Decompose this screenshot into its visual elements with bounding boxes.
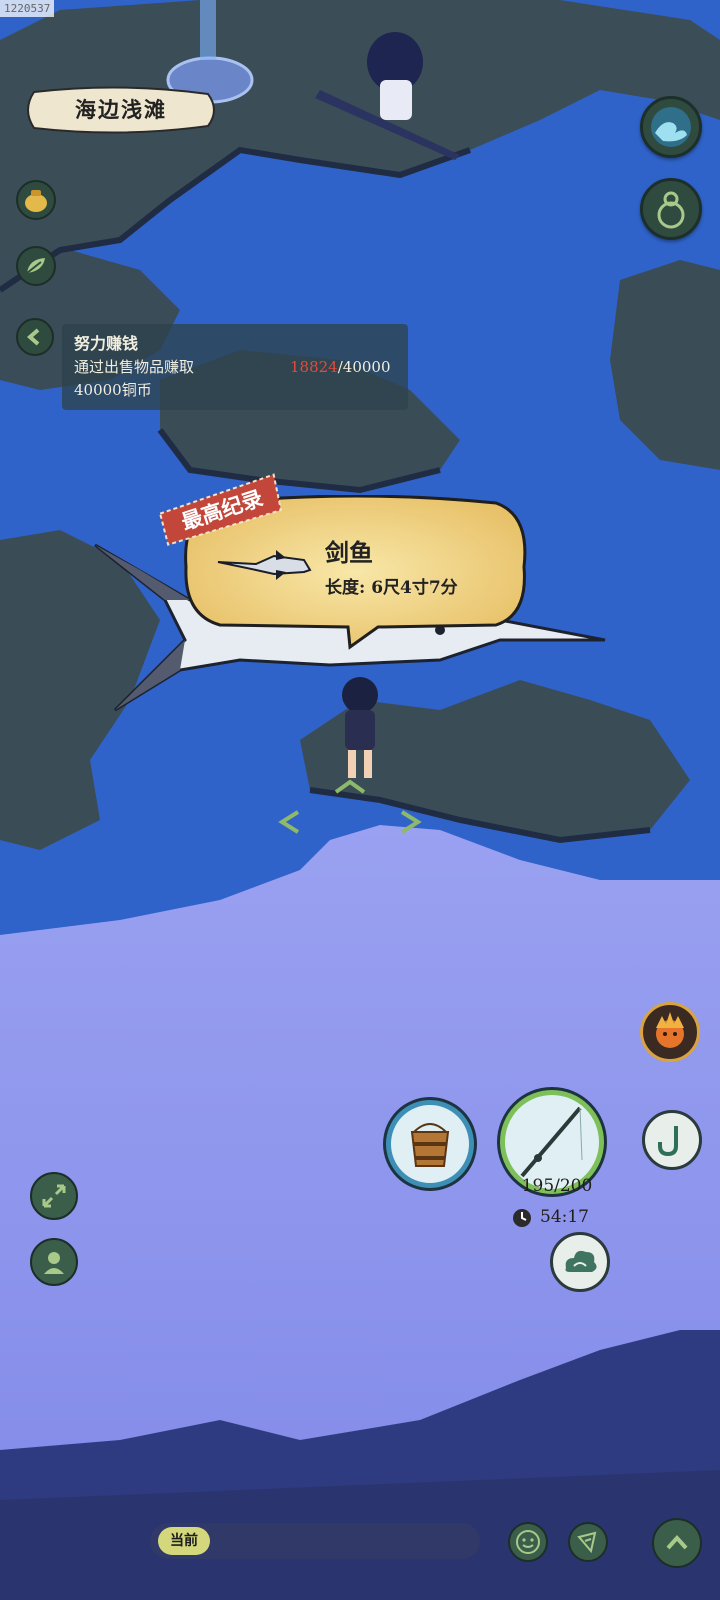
quest-collapse-button[interactable] — [16, 318, 54, 356]
fish-bucket-button[interactable] — [386, 1100, 474, 1188]
voice-icon — [577, 1531, 597, 1554]
map-background — [0, 0, 720, 1600]
fish-name: 剑鱼 — [325, 538, 373, 567]
location-plate: 海边浅滩 — [26, 86, 216, 134]
wave-skill-icon — [651, 107, 691, 147]
collapse-arrow-icon — [26, 328, 40, 346]
timer-value: 54:17 — [540, 1207, 589, 1227]
character-button[interactable] — [30, 1238, 78, 1286]
fishing-rod-icon — [520, 1106, 583, 1178]
gourd-icon — [657, 191, 685, 229]
emoji-button[interactable] — [508, 1522, 548, 1562]
clock-icon — [513, 1209, 531, 1227]
hook-button[interactable] — [642, 1110, 702, 1170]
emoji-icon — [516, 1530, 540, 1554]
quest-progress-current: 18824 — [290, 358, 338, 376]
build-id: 1220537 — [0, 0, 55, 17]
expand-button[interactable] — [30, 1172, 78, 1220]
gourd-button[interactable] — [640, 178, 702, 240]
quest-panel[interactable]: 努力赚钱 通过出售物品赚取 18824/40000 40000铜币 — [62, 324, 408, 410]
fish-bucket-icon — [410, 1123, 450, 1167]
chat-channel[interactable]: 当前 — [158, 1527, 210, 1555]
quest-progress-target: /40000 — [337, 358, 391, 376]
leaf-button[interactable] — [16, 246, 56, 286]
quest-progress: 18824/40000 — [290, 358, 391, 376]
voice-button[interactable] — [568, 1522, 608, 1562]
up-arrow-icon — [666, 1535, 688, 1550]
quest-description: 通过出售物品赚取 — [74, 358, 195, 376]
up-button[interactable] — [652, 1518, 702, 1568]
fire-spirit-icon — [656, 1012, 684, 1048]
expand-icon — [42, 1184, 66, 1208]
cloud-skill-button[interactable] — [550, 1232, 610, 1292]
hook-icon — [658, 1126, 678, 1157]
rod-durability: 195/200 — [521, 1176, 593, 1196]
game-scene[interactable]: 1220537 海边浅滩 努力赚钱 通过出售物品赚取 18824/40000 4… — [0, 0, 720, 1600]
coin-pouch-icon — [25, 190, 47, 212]
leaf-icon — [26, 258, 45, 274]
fire-spirit-button[interactable] — [640, 1002, 700, 1062]
fish-length: 长度: 6尺4寸7分 — [325, 578, 458, 598]
cloud-skill-icon — [565, 1250, 597, 1272]
location-name: 海边浅滩 — [75, 97, 167, 122]
timer — [512, 1208, 532, 1228]
swordfish-thumbnail-icon — [217, 550, 312, 580]
character-icon — [44, 1252, 64, 1274]
coin-pouch-button[interactable] — [16, 180, 56, 220]
wave-skill-button[interactable] — [640, 96, 702, 158]
quest-reward: 40000铜币 — [74, 381, 152, 399]
quest-title: 努力赚钱 — [74, 334, 139, 353]
